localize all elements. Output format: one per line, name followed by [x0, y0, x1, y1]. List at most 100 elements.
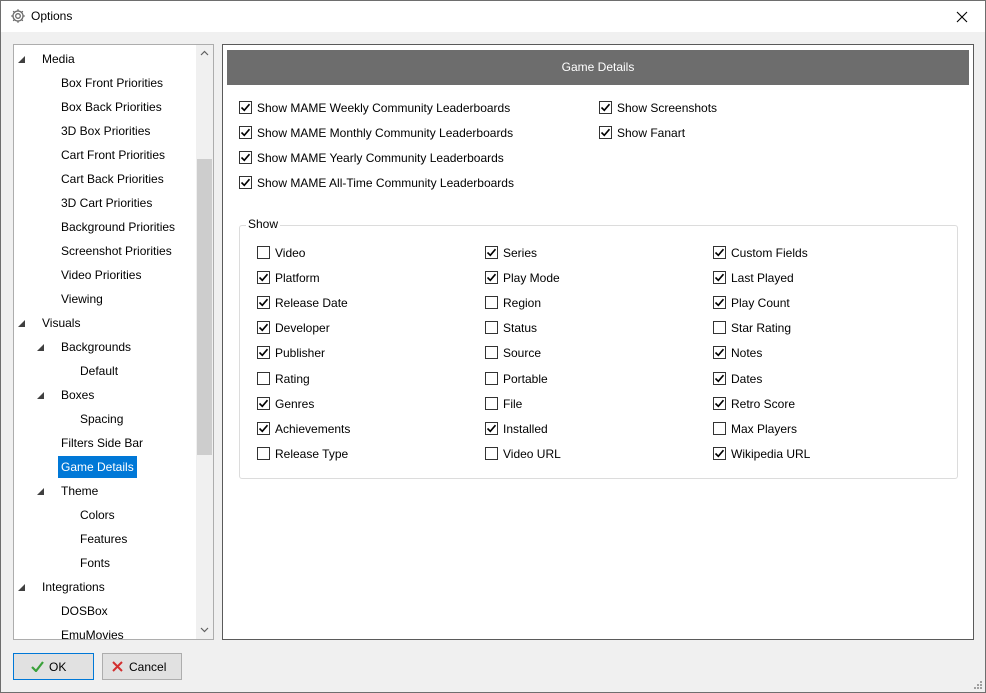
tree-item[interactable]: Viewing: [58, 288, 106, 310]
unchecked-box-icon[interactable]: [257, 246, 270, 259]
checked-box-icon[interactable]: [599, 126, 612, 139]
scroll-down-button[interactable]: [196, 622, 213, 639]
tree-item[interactable]: Features: [77, 528, 130, 550]
unchecked-box-icon[interactable]: [713, 321, 726, 335]
tree-item[interactable]: Filters Side Bar: [58, 432, 146, 454]
tree-item[interactable]: Boxes: [37, 384, 97, 406]
chevron-down-icon: [200, 627, 209, 633]
scroll-thumb[interactable]: [197, 159, 212, 455]
tree-item[interactable]: EmuMovies: [58, 624, 127, 639]
checked-box-icon[interactable]: [239, 176, 252, 189]
scroll-up-button[interactable]: [196, 45, 213, 62]
x-icon: [112, 661, 123, 675]
tree-item[interactable]: Spacing: [77, 408, 126, 430]
unchecked-box-icon[interactable]: [257, 446, 270, 460]
gear-icon: [10, 8, 26, 24]
checked-box-icon[interactable]: [599, 101, 612, 114]
checked-box-icon[interactable]: [485, 246, 498, 259]
close-button[interactable]: [939, 1, 985, 32]
checked-box-icon[interactable]: [239, 151, 252, 164]
option-label: Dates: [731, 371, 763, 386]
tree-item[interactable]: Media: [18, 48, 78, 70]
checked-box-icon[interactable]: [713, 271, 726, 285]
checked-box-icon[interactable]: [257, 296, 270, 310]
tree-item[interactable]: Colors: [77, 504, 118, 526]
unchecked-box-icon[interactable]: [485, 446, 498, 460]
tree-item[interactable]: 3D Box Priorities: [58, 120, 153, 142]
options-tree[interactable]: Media Box Front Priorities Box Back Priori…: [13, 44, 214, 640]
option-label: Status: [503, 321, 538, 336]
unchecked-box-icon[interactable]: [485, 321, 498, 335]
tree-item[interactable]: Box Back Priorities: [58, 96, 165, 118]
checked-box-icon[interactable]: [257, 396, 270, 410]
tree-item[interactable]: Box Front Priorities: [58, 72, 166, 94]
tree-item[interactable]: Game Details: [58, 456, 137, 478]
unchecked-box-icon[interactable]: [257, 371, 270, 385]
ok-label: OK: [49, 660, 67, 674]
tree-scrollbar[interactable]: [196, 45, 213, 639]
option-label: Show Screenshots: [617, 101, 718, 115]
checked-box-icon[interactable]: [239, 101, 252, 114]
tree-item[interactable]: Cart Back Priorities: [58, 168, 167, 190]
tree-item-label: Features: [80, 532, 128, 546]
checked-box-icon[interactable]: [257, 346, 270, 360]
checked-box-icon[interactable]: [257, 321, 270, 335]
option-label: Publisher: [275, 346, 326, 361]
option-label: Developer: [275, 321, 330, 336]
tree-item-label: Visuals: [42, 316, 81, 330]
tree-item[interactable]: Cart Front Priorities: [58, 144, 168, 166]
checked-box-icon[interactable]: [713, 296, 726, 310]
tree-item[interactable]: Backgrounds: [37, 336, 134, 358]
option-label: Series: [503, 246, 538, 260]
expand-triangle-icon[interactable]: [36, 391, 45, 400]
unchecked-box-icon[interactable]: [485, 396, 498, 410]
tree-item[interactable]: Screenshot Priorities: [58, 240, 175, 262]
tree-item[interactable]: Default: [77, 360, 121, 382]
expand-triangle-icon[interactable]: [17, 583, 26, 592]
cancel-button[interactable]: Cancel: [102, 653, 182, 680]
tree-item[interactable]: Video Priorities: [58, 264, 144, 286]
expand-triangle-icon[interactable]: [36, 487, 45, 496]
ok-button[interactable]: OK: [13, 653, 94, 680]
unchecked-box-icon[interactable]: [485, 346, 498, 360]
checked-box-icon[interactable]: [485, 271, 498, 285]
checked-box-icon[interactable]: [713, 371, 726, 385]
unchecked-box-icon[interactable]: [713, 421, 726, 435]
tree-item-label: DOSBox: [61, 604, 108, 618]
resize-grip-icon[interactable]: [973, 680, 983, 690]
option-label: Video URL: [503, 446, 561, 461]
checked-box-icon[interactable]: [257, 421, 270, 435]
option-label: Show MAME Monthly Community Leaderboards: [257, 126, 514, 140]
expand-triangle-icon[interactable]: [17, 55, 26, 64]
expand-triangle-icon[interactable]: [36, 343, 45, 352]
option-label: Show Fanart: [617, 126, 686, 140]
tree-item[interactable]: Visuals: [18, 312, 83, 334]
tree-item[interactable]: 3D Cart Priorities: [58, 192, 155, 214]
checked-box-icon[interactable]: [713, 396, 726, 410]
unchecked-box-icon[interactable]: [485, 296, 498, 310]
expand-triangle-icon[interactable]: [17, 319, 26, 328]
tree-item[interactable]: DOSBox: [58, 600, 111, 622]
chevron-up-icon: [200, 50, 209, 56]
options-window: Options Media Box Front Priorities Box Bac…: [0, 0, 986, 693]
tree-item[interactable]: Integrations: [18, 576, 108, 598]
tree-item-label: Game Details: [58, 456, 137, 478]
option-label: Show MAME All-Time Community Leaderboard…: [257, 176, 514, 190]
checked-box-icon[interactable]: [713, 446, 726, 460]
unchecked-box-icon[interactable]: [485, 371, 498, 385]
tree-item-label: Box Front Priorities: [61, 76, 164, 90]
option-label: Release Type: [275, 446, 349, 461]
tree-item-label: Media: [42, 52, 75, 66]
tree-item[interactable]: Background Priorities: [58, 216, 178, 238]
tree-item-label: Default: [80, 364, 119, 378]
show-group-title: Show: [246, 217, 281, 231]
checked-box-icon[interactable]: [257, 271, 270, 285]
checked-box-icon[interactable]: [713, 246, 726, 259]
tree-item[interactable]: Theme: [37, 480, 101, 502]
option-label: File: [503, 396, 523, 411]
checked-box-icon[interactable]: [485, 421, 498, 435]
checked-box-icon[interactable]: [713, 346, 726, 360]
tree-item[interactable]: Fonts: [77, 552, 113, 574]
title-bar[interactable]: Options: [1, 1, 985, 32]
checked-box-icon[interactable]: [239, 126, 252, 139]
